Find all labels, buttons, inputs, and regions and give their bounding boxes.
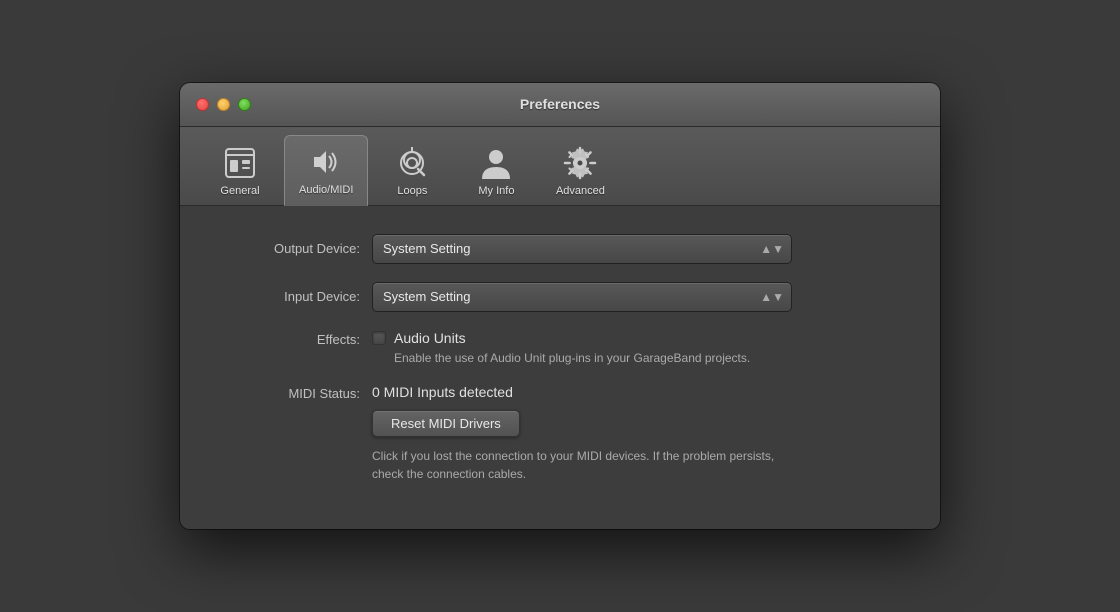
- tab-loops[interactable]: Loops: [372, 137, 452, 205]
- midi-status-text: 0 MIDI Inputs detected: [372, 384, 802, 400]
- title-bar: Preferences: [180, 83, 940, 127]
- tab-general[interactable]: General: [200, 137, 280, 205]
- window-title: Preferences: [520, 96, 600, 112]
- minimize-button[interactable]: [217, 98, 230, 111]
- effects-label: Effects:: [220, 330, 360, 347]
- midi-status-label: MIDI Status:: [220, 384, 360, 401]
- content-area: Output Device: System Setting Built-in O…: [180, 206, 940, 530]
- input-device-row: Input Device: System Setting Built-in In…: [220, 282, 900, 312]
- tab-loops-label: Loops: [397, 185, 427, 197]
- output-device-select[interactable]: System Setting Built-in Output: [372, 234, 792, 264]
- audio-units-row: Audio Units: [372, 330, 750, 346]
- tab-advanced-label: Advanced: [556, 185, 605, 197]
- output-device-select-wrapper: System Setting Built-in Output ▲▼: [372, 234, 792, 264]
- effects-row: Effects: Audio Units Enable the use of A…: [220, 330, 900, 367]
- tab-advanced[interactable]: Advanced: [540, 137, 620, 205]
- output-device-row: Output Device: System Setting Built-in O…: [220, 234, 900, 264]
- audio-units-checkbox[interactable]: [372, 331, 386, 345]
- input-device-select-wrapper: System Setting Built-in Input ▲▼: [372, 282, 792, 312]
- toolbar: General Audio/MIDI: [180, 127, 940, 206]
- midi-status-row: MIDI Status: 0 MIDI Inputs detected Rese…: [220, 384, 900, 483]
- reset-midi-button[interactable]: Reset MIDI Drivers: [372, 410, 520, 437]
- general-icon: [222, 145, 258, 181]
- my-info-icon: [478, 145, 514, 181]
- midi-description: Click if you lost the connection to your…: [372, 447, 802, 483]
- tab-my-info[interactable]: My Info: [456, 137, 536, 205]
- traffic-lights: [196, 98, 251, 111]
- preferences-window: Preferences General: [180, 83, 940, 530]
- input-device-label: Input Device:: [220, 289, 360, 304]
- output-device-label: Output Device:: [220, 241, 360, 256]
- loops-icon: [394, 145, 430, 181]
- advanced-icon: [562, 145, 598, 181]
- input-device-select[interactable]: System Setting Built-in Input: [372, 282, 792, 312]
- audio-units-description: Enable the use of Audio Unit plug-ins in…: [372, 350, 750, 367]
- tab-my-info-label: My Info: [478, 185, 514, 197]
- effects-content: Audio Units Enable the use of Audio Unit…: [372, 330, 750, 367]
- tab-general-label: General: [220, 185, 259, 197]
- close-button[interactable]: [196, 98, 209, 111]
- tab-audio-midi-label: Audio/MIDI: [299, 184, 353, 196]
- midi-content: 0 MIDI Inputs detected Reset MIDI Driver…: [372, 384, 802, 483]
- audio-units-label: Audio Units: [394, 330, 466, 346]
- tab-audio-midi[interactable]: Audio/MIDI: [284, 135, 368, 206]
- maximize-button[interactable]: [238, 98, 251, 111]
- audio-midi-icon: [308, 144, 344, 180]
